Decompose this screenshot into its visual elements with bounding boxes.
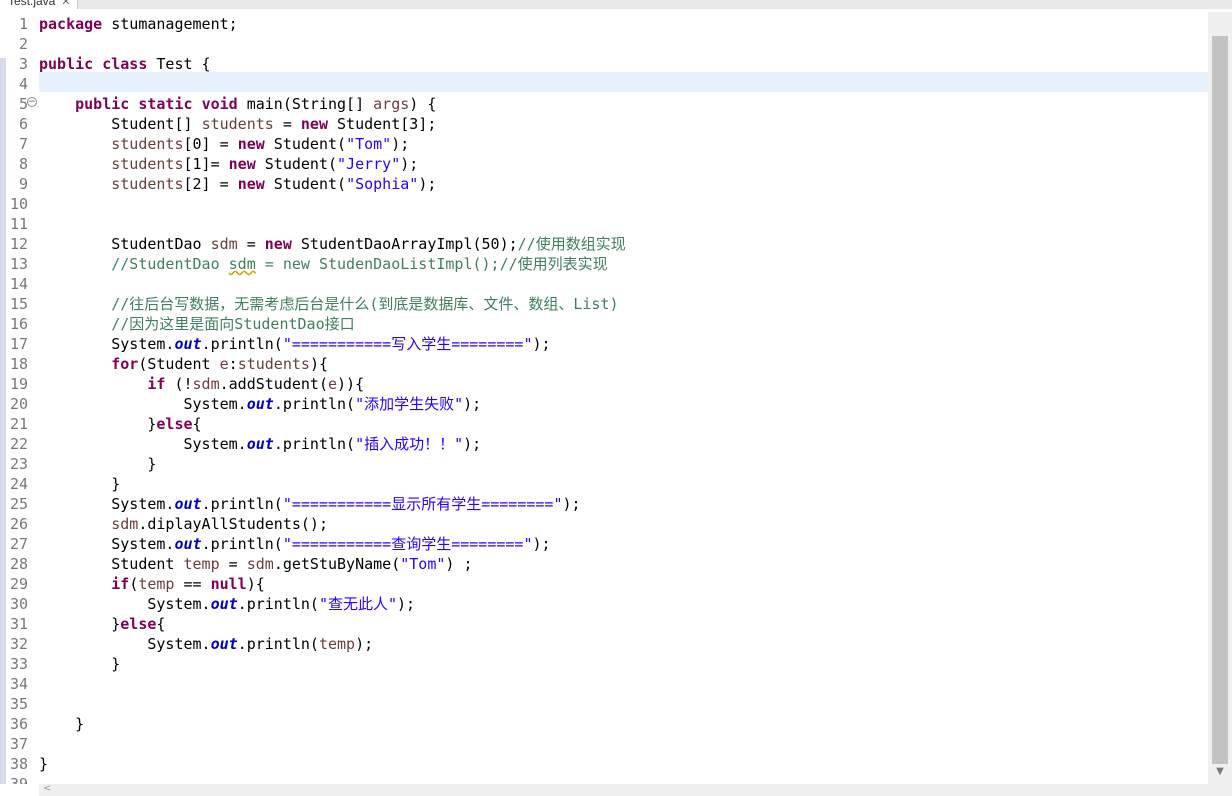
code-line[interactable]: if (!sdm.addStudent(e)){ bbox=[39, 374, 364, 394]
code-line[interactable]: System.out.println("===========查询学生=====… bbox=[39, 534, 550, 554]
code-line[interactable]: System.out.println("插入成功！！"); bbox=[39, 434, 481, 454]
line-number: 28 bbox=[9, 555, 28, 573]
line-number: 25 bbox=[9, 495, 28, 513]
vertical-scrollbar[interactable]: ▲ ▼ bbox=[1208, 12, 1232, 784]
line-number: 21 bbox=[9, 415, 28, 433]
line-number: 15 bbox=[9, 295, 28, 313]
editor-tab-bar: Test.java ✕ bbox=[0, 0, 1232, 9]
code-line[interactable]: System.out.println("添加学生失败"); bbox=[39, 394, 481, 414]
line-number: 22 bbox=[9, 435, 28, 453]
code-line[interactable]: //StudentDao sdm = new StudenDaoListImpl… bbox=[39, 254, 607, 274]
code-line[interactable]: }else{ bbox=[39, 614, 165, 634]
code-line[interactable]: } bbox=[39, 474, 120, 494]
line-number: 12 bbox=[9, 235, 28, 253]
line-number: 27 bbox=[9, 535, 28, 553]
code-line[interactable]: }else{ bbox=[39, 414, 201, 434]
code-editor[interactable]: 1 2 3 4 5 6 7 8 9 10 11 12 13 14 15 16 17 18 19 20 21 22 23 24 2… bbox=[0, 12, 1208, 784]
line-number: 32 bbox=[9, 635, 28, 653]
line-number: 19 bbox=[9, 375, 28, 393]
code-line[interactable]: //往后台写数据，无需考虑后台是什么(到底是数据库、文件、数组、List) bbox=[39, 294, 618, 314]
current-line-highlight bbox=[39, 72, 1208, 92]
code-line[interactable]: } bbox=[39, 454, 156, 474]
line-number: 39 bbox=[9, 775, 28, 784]
code-line[interactable]: public static void main(String[] args) { bbox=[39, 94, 436, 114]
horizontal-scrollbar[interactable]: < bbox=[39, 783, 1208, 796]
code-line[interactable]: Student temp = sdm.getStuByName("Tom") ; bbox=[39, 554, 472, 574]
line-number: 9 bbox=[18, 175, 28, 193]
line-number: 11 bbox=[9, 215, 28, 233]
code-line[interactable]: System.out.println("===========写入学生=====… bbox=[39, 334, 550, 354]
line-number: 2 bbox=[18, 35, 28, 53]
vertical-scroll-thumb[interactable] bbox=[1212, 36, 1228, 764]
line-number: 16 bbox=[9, 315, 28, 333]
line-number: 7 bbox=[18, 135, 28, 153]
line-number: 38 bbox=[9, 755, 28, 773]
line-number: 31 bbox=[9, 615, 28, 633]
code-line[interactable]: //因为这里是面向StudentDao接口 bbox=[39, 314, 354, 334]
line-number: 35 bbox=[9, 695, 28, 713]
line-number: 17 bbox=[9, 335, 28, 353]
code-line[interactable]: for(Student e:students){ bbox=[39, 354, 328, 374]
code-line[interactable]: public class Test { bbox=[39, 54, 211, 74]
code-line[interactable]: sdm.diplayAllStudents(); bbox=[39, 514, 328, 534]
code-line[interactable]: package stumanagement; bbox=[39, 14, 238, 34]
line-number: 30 bbox=[9, 595, 28, 613]
line-number: 29 bbox=[9, 575, 28, 593]
scroll-down-icon[interactable]: ▼ bbox=[1208, 766, 1232, 777]
line-number: 13 bbox=[9, 255, 28, 273]
tab-close-icon[interactable]: ✕ bbox=[61, 0, 70, 8]
line-number: 8 bbox=[18, 155, 28, 173]
line-number: 1 bbox=[18, 15, 28, 33]
line-number: 37 bbox=[9, 735, 28, 753]
line-number: 33 bbox=[9, 655, 28, 673]
line-number: 36 bbox=[9, 715, 28, 733]
line-number: 23 bbox=[9, 455, 28, 473]
code-line[interactable]: } bbox=[39, 714, 84, 734]
tab-title: Test.java bbox=[8, 0, 56, 8]
line-number: 5 bbox=[18, 95, 28, 113]
code-line[interactable]: } bbox=[39, 654, 120, 674]
code-line[interactable]: Student[] students = new Student[3]; bbox=[39, 114, 436, 134]
line-number: 4 bbox=[18, 75, 28, 93]
code-line[interactable]: if(temp == null){ bbox=[39, 574, 265, 594]
code-line[interactable]: students[2] = new Student("Sophia"); bbox=[39, 174, 436, 194]
code-line[interactable]: StudentDao sdm = new StudentDaoArrayImpl… bbox=[39, 234, 625, 254]
line-number: 18 bbox=[9, 355, 28, 373]
code-line[interactable]: System.out.println(temp); bbox=[39, 634, 373, 654]
code-line[interactable]: students[1]= new Student("Jerry"); bbox=[39, 154, 418, 174]
line-number: 20 bbox=[9, 395, 28, 413]
code-line[interactable]: System.out.println("===========显示所有学生===… bbox=[39, 494, 580, 514]
line-number: 34 bbox=[9, 675, 28, 693]
line-number: 24 bbox=[9, 475, 28, 493]
fold-collapse-icon[interactable]: − bbox=[27, 97, 37, 107]
line-number: 14 bbox=[9, 275, 28, 293]
line-number: 26 bbox=[9, 515, 28, 533]
code-line[interactable]: System.out.println("查无此人"); bbox=[39, 594, 415, 614]
code-line[interactable]: students[0] = new Student("Tom"); bbox=[39, 134, 409, 154]
line-number: 10 bbox=[9, 195, 28, 213]
code-line[interactable]: } bbox=[39, 754, 48, 774]
tab-test-java[interactable]: Test.java ✕ bbox=[0, 0, 78, 9]
line-number: 3 bbox=[18, 55, 28, 73]
scroll-left-icon[interactable]: < bbox=[43, 783, 51, 794]
line-number: 6 bbox=[18, 115, 28, 133]
scrollbar-corner bbox=[1208, 784, 1232, 796]
